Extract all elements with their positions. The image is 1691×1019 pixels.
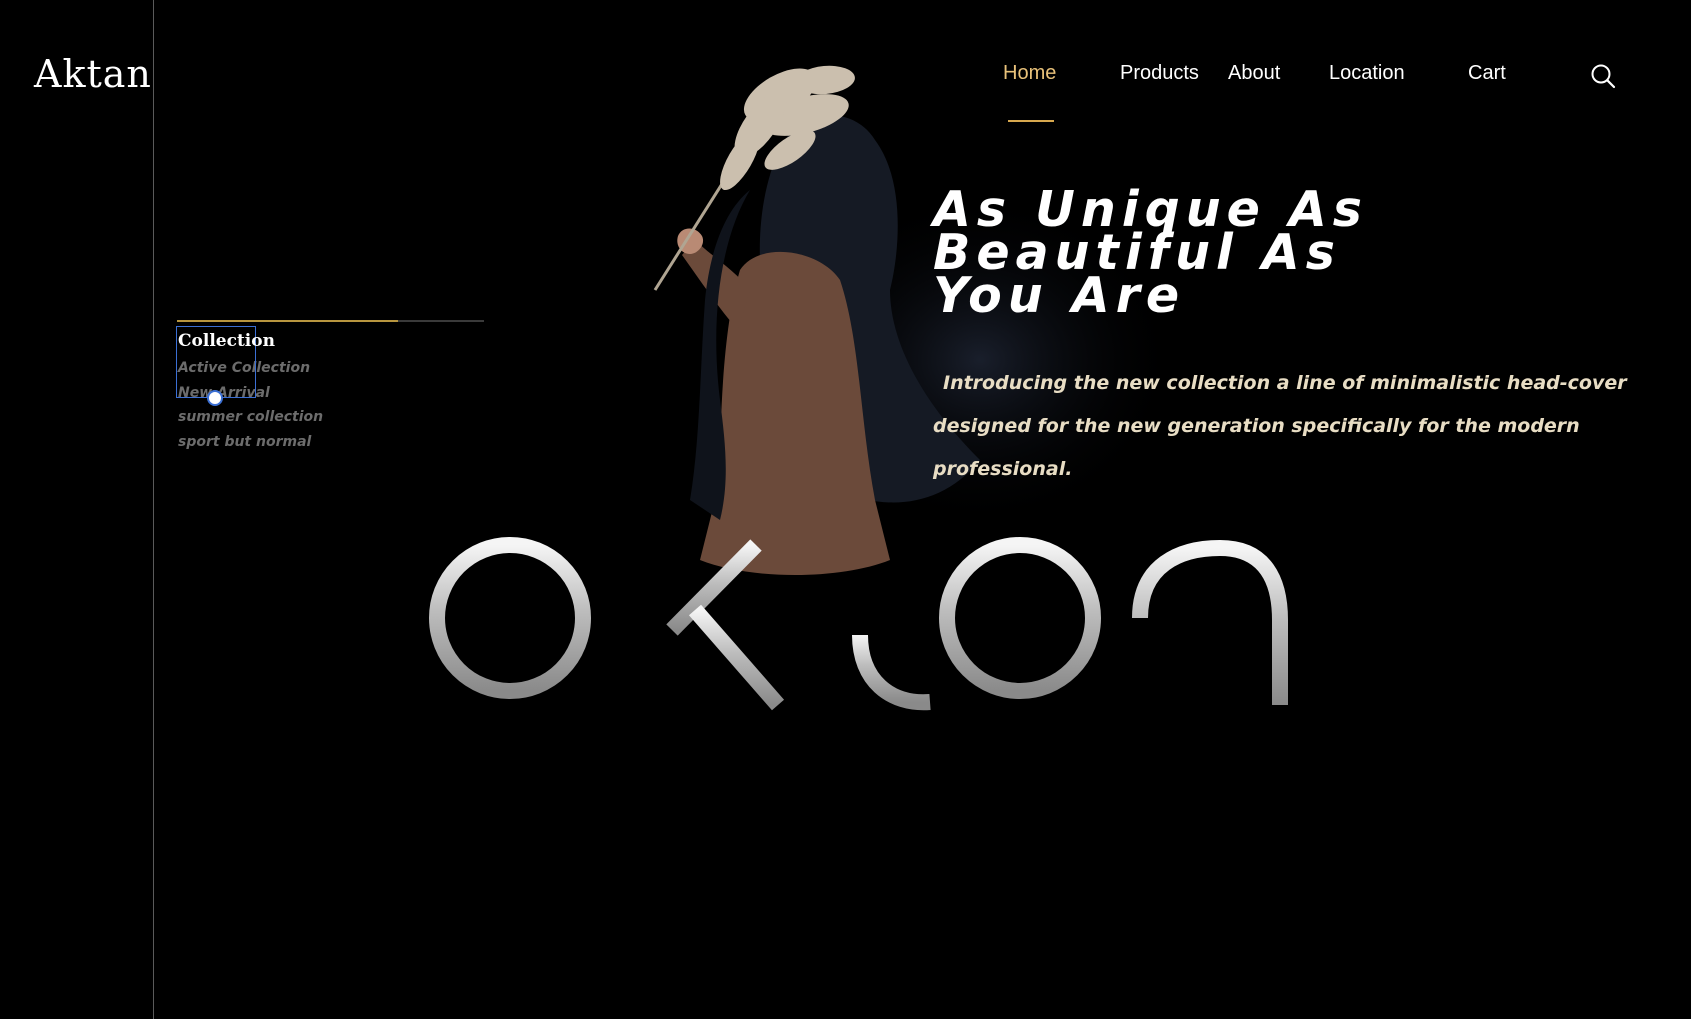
page: Aktan Home Products About Location Cart … [0, 0, 1691, 1019]
hero-intro: Introducing the new collection a line of… [933, 362, 1627, 491]
left-rail: Aktan [0, 0, 154, 1019]
collection-title-box[interactable]: Collection [176, 326, 275, 398]
hero-headline: As Unique As Beautiful As You Are [933, 185, 1453, 320]
nav-about[interactable]: About [1228, 62, 1280, 85]
search-button[interactable] [1590, 63, 1616, 89]
active-nav-underline [1008, 120, 1054, 122]
nav-location[interactable]: Location [1329, 62, 1405, 85]
collection-item-summer[interactable]: summer collection [178, 405, 323, 430]
intro-line-3: professional. [933, 458, 1073, 480]
collection-item-sport[interactable]: sport but normal [178, 430, 323, 455]
intro-line-2: designed for the new generation specific… [933, 415, 1580, 437]
resize-handle[interactable] [207, 390, 223, 406]
search-icon [1591, 64, 1616, 89]
collection-title: Collection [178, 331, 275, 351]
nav-products[interactable]: Products [1120, 62, 1199, 85]
collection-progress-fill [177, 320, 399, 322]
collection-progress-bar [177, 320, 484, 322]
top-nav: Home Products About Location Cart [0, 62, 1691, 102]
nav-cart[interactable]: Cart [1468, 62, 1506, 85]
nav-home[interactable]: Home [1003, 62, 1056, 85]
intro-line-1: Introducing the new collection a line of… [943, 372, 1627, 394]
